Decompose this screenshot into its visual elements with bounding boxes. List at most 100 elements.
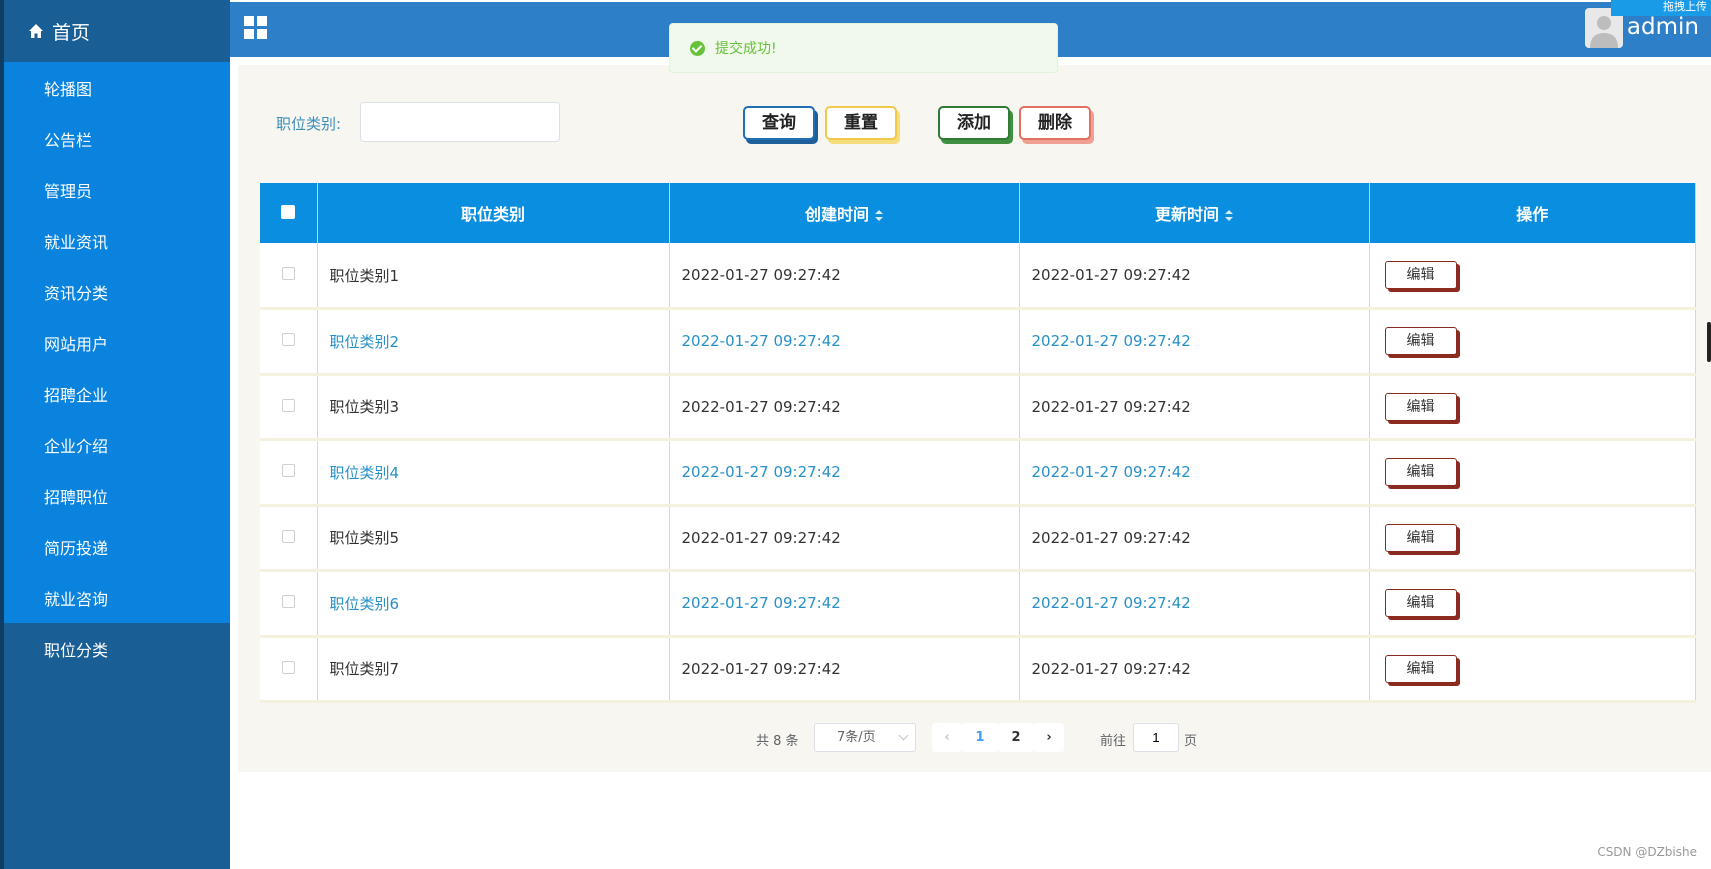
cell-category: 职位类别3 (317, 374, 670, 441)
cell-created: 2022-01-27 09:27:42 (669, 308, 1020, 376)
sidebar-item-label: 轮播图 (44, 79, 93, 99)
sidebar-item-job-category[interactable]: 职位分类 (4, 623, 230, 675)
sidebar-item-resume-delivery[interactable]: 简历投递 (4, 521, 230, 572)
add-button[interactable]: 添加 (938, 106, 1010, 140)
reset-button[interactable]: 重置 (825, 106, 897, 140)
content-panel: 职位类别: 查询 重置 添加 删除 职位类别 创建时间 更新时间 操作 职位类别… (238, 65, 1711, 772)
page-unit-label: 页 (1184, 734, 1198, 749)
admin-username[interactable]: admin (1627, 14, 1699, 40)
page-size-value: 7条/页 (837, 730, 876, 745)
cell-category: 职位类别2 (317, 308, 670, 376)
row-checkbox[interactable] (281, 660, 295, 674)
cell-created: 2022-01-27 09:27:42 (669, 570, 1020, 638)
grid-menu-icon[interactable] (244, 16, 268, 40)
cell-created: 2022-01-27 09:27:42 (669, 243, 1020, 310)
delete-button[interactable]: 删除 (1019, 106, 1091, 140)
pagination-total: 共 8 条 (756, 734, 799, 749)
cell-updated: 2022-01-27 09:27:42 (1019, 505, 1370, 572)
side-handle[interactable] (1707, 322, 1711, 362)
page-size-select[interactable]: 7条/页 (814, 723, 916, 752)
sidebar-item-label: 职位分类 (44, 641, 109, 660)
row-checkbox[interactable] (281, 529, 295, 543)
sidebar-item-label: 公告栏 (44, 130, 93, 150)
row-checkbox[interactable] (281, 267, 295, 280)
chevron-right-icon: › (1046, 730, 1052, 745)
toast-message: 提交成功! (715, 41, 777, 57)
cell-updated: 2022-01-27 09:27:42 (1019, 570, 1370, 638)
sidebar-item-label: 管理员 (44, 181, 93, 201)
edit-button[interactable]: 编辑 (1384, 261, 1457, 289)
row-checkbox[interactable] (281, 595, 295, 609)
sidebar-item-label: 就业资讯 (44, 232, 109, 252)
success-toast: 提交成功! (669, 23, 1058, 73)
prev-page-button[interactable]: ‹ (932, 723, 962, 752)
sort-icon[interactable] (875, 209, 883, 222)
edit-button[interactable]: 编辑 (1384, 458, 1457, 487)
chevron-down-icon (898, 730, 909, 741)
sidebar-item-company-intro[interactable]: 企业介绍 (4, 419, 230, 470)
sidebar-item-recruiting-company[interactable]: 招聘企业 (4, 368, 230, 419)
page-2-button[interactable]: 2 (998, 723, 1034, 752)
edit-button[interactable]: 编辑 (1384, 327, 1457, 356)
select-all-cell[interactable] (260, 183, 318, 243)
edit-button[interactable]: 编辑 (1384, 589, 1457, 618)
edit-button[interactable]: 编辑 (1384, 392, 1457, 421)
table-row: 职位类别3 2022-01-27 09:27:42 2022-01-27 09:… (260, 374, 1696, 441)
select-all-checkbox[interactable] (281, 204, 296, 219)
sidebar-item-label: 简历投递 (44, 538, 109, 558)
goto-label: 前往 (1100, 734, 1127, 749)
sidebar-item-label: 网站用户 (44, 334, 109, 354)
column-header-created[interactable]: 创建时间 (669, 183, 1020, 243)
sidebar-item-job-posting[interactable]: 招聘职位 (4, 470, 230, 521)
cell-category: 职位类别1 (317, 243, 670, 310)
table-row: 职位类别7 2022-01-27 09:27:42 2022-01-27 09:… (260, 636, 1696, 703)
sidebar-item-employment-news[interactable]: 就业资讯 (4, 215, 230, 266)
sidebar-item-employment-consult[interactable]: 就业咨询 (4, 572, 230, 623)
sidebar-item-admin[interactable]: 管理员 (4, 164, 230, 215)
sidebar-item-label: 企业介绍 (44, 436, 109, 456)
sidebar-item-notice[interactable]: 公告栏 (4, 113, 230, 164)
sidebar-item-label: 就业咨询 (44, 589, 109, 609)
goto-page-input[interactable] (1133, 723, 1179, 752)
sidebar-menu: 轮播图 公告栏 管理员 就业资讯 资讯分类 网站用户 招聘企业 企业介绍 招聘职… (4, 62, 230, 623)
table-row: 职位类别5 2022-01-27 09:27:42 2022-01-27 09:… (260, 505, 1696, 572)
edit-button[interactable]: 编辑 (1384, 523, 1457, 552)
sidebar-home[interactable]: 首页 (4, 0, 230, 62)
sidebar-item-label: 招聘职位 (44, 487, 109, 507)
column-header-label: 创建时间 (804, 205, 869, 224)
sidebar-item-label: 资讯分类 (44, 283, 109, 303)
column-header-updated[interactable]: 更新时间 (1019, 183, 1370, 243)
cell-created: 2022-01-27 09:27:42 (669, 374, 1020, 441)
sidebar-item-carousel[interactable]: 轮播图 (4, 62, 230, 113)
sidebar-item-site-users[interactable]: 网站用户 (4, 317, 230, 368)
sort-icon[interactable] (1225, 209, 1233, 222)
next-page-button[interactable]: › (1034, 723, 1064, 752)
row-checkbox[interactable] (281, 398, 295, 412)
column-header-actions: 操作 (1369, 183, 1696, 243)
cell-updated: 2022-01-27 09:27:42 (1019, 308, 1370, 376)
query-button[interactable]: 查询 (743, 106, 815, 140)
cell-category: 职位类别5 (317, 505, 670, 572)
cell-category: 职位类别7 (317, 636, 670, 703)
job-category-input[interactable] (360, 102, 560, 142)
cell-created: 2022-01-27 09:27:42 (669, 439, 1020, 507)
sidebar-item-news-category[interactable]: 资讯分类 (4, 266, 230, 317)
cell-created: 2022-01-27 09:27:42 (669, 505, 1020, 572)
column-header-label: 更新时间 (1154, 205, 1219, 224)
table-row: 职位类别6 2022-01-27 09:27:42 2022-01-27 09:… (260, 570, 1696, 638)
cell-created: 2022-01-27 09:27:42 (669, 636, 1020, 703)
edit-button[interactable]: 编辑 (1384, 654, 1457, 683)
column-header-category: 职位类别 (317, 183, 670, 243)
cell-updated: 2022-01-27 09:27:42 (1019, 439, 1370, 507)
corner-badge[interactable]: 拖拽上传 (1611, 0, 1711, 16)
cell-updated: 2022-01-27 09:27:42 (1019, 636, 1370, 703)
row-checkbox[interactable] (281, 464, 295, 478)
table-header-row: 职位类别 创建时间 更新时间 操作 (260, 183, 1696, 243)
page-1-button[interactable]: 1 (962, 723, 998, 752)
pagination: 共 8 条 7条/页 ‹ 1 2 › 前往 页 (238, 721, 1711, 755)
cell-category: 职位类别4 (317, 439, 670, 507)
table-row: 职位类别1 2022-01-27 09:27:42 2022-01-27 09:… (260, 243, 1696, 310)
cell-updated: 2022-01-27 09:27:42 (1019, 243, 1370, 310)
row-checkbox[interactable] (281, 333, 295, 347)
sidebar-item-label: 招聘企业 (44, 385, 109, 405)
